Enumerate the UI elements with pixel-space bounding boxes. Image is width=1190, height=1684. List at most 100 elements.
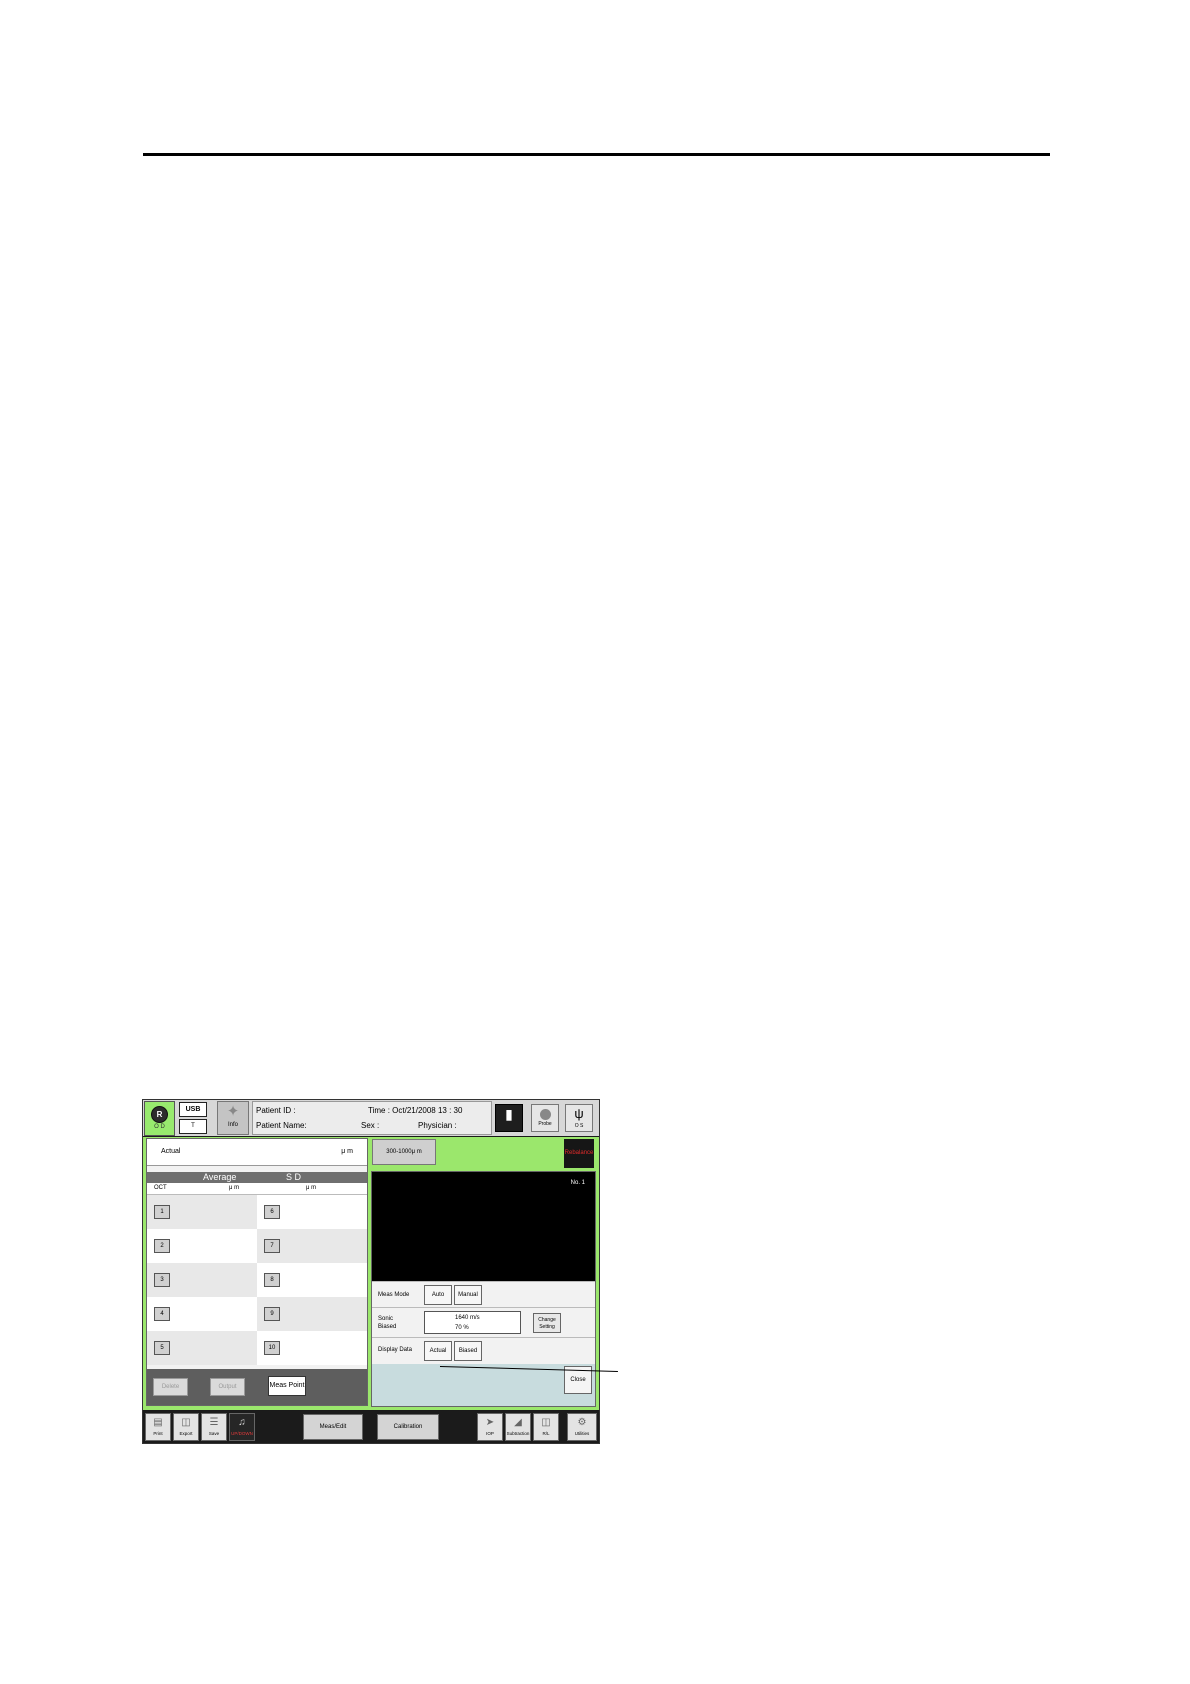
person-icon: ✦ [226, 1103, 240, 1120]
od-label: O D [154, 1124, 165, 1130]
average-sd-header: Average S D [147, 1172, 367, 1183]
unit-column-2: μ m [306, 1185, 317, 1191]
point-button-2[interactable]: 2 [154, 1239, 170, 1253]
change-setting-button[interactable]: Change Setting [533, 1313, 561, 1333]
display-biased-button[interactable]: Biased [454, 1341, 482, 1361]
point-button-8[interactable]: 8 [264, 1273, 280, 1287]
oct-column-label: OCT [154, 1185, 167, 1191]
measurement-cell: 9 [257, 1297, 367, 1331]
info-button[interactable]: ✦ Info [217, 1101, 249, 1135]
measurement-cell: 1 [147, 1195, 257, 1229]
measurement-cell: 4 [147, 1297, 257, 1331]
measurement-cell: 8 [257, 1263, 367, 1297]
sonic-value: 1640 m/s [455, 1315, 480, 1321]
point-button-3[interactable]: 3 [154, 1273, 170, 1287]
subtraction-icon: ◢ [514, 1417, 522, 1428]
rl-button[interactable]: ◫ R/L [533, 1413, 559, 1441]
sonic-biased-value-box: 1640 m/s 70 % [424, 1311, 521, 1334]
usb-status: USB T [179, 1102, 209, 1134]
display-data-label: Display Data [378, 1347, 413, 1353]
probe-icon [539, 1109, 551, 1120]
iop-icon: ➤ [485, 1417, 495, 1428]
header-rule [143, 153, 1050, 156]
display-actual-button[interactable]: Actual [424, 1341, 452, 1361]
delete-button[interactable]: Delete [153, 1378, 188, 1396]
biased-label: Biased [378, 1324, 397, 1330]
point-button-7[interactable]: 7 [264, 1239, 280, 1253]
save-button[interactable]: ☰ Save [201, 1413, 227, 1441]
updown-button[interactable]: ♫ UP/DOWN [229, 1413, 255, 1441]
meas-mode-label: Meas Mode [378, 1292, 410, 1298]
patient-info-panel: Patient ID : Patient Name: Time : Oct/21… [252, 1101, 492, 1135]
patient-name-label: Patient Name: [256, 1121, 307, 1130]
sonic-label: Sonic [378, 1316, 394, 1322]
output-button[interactable]: Output [210, 1378, 245, 1396]
monitor-button[interactable]: ▮ [495, 1104, 523, 1132]
average-header: Average [203, 1172, 237, 1182]
meas-edit-button[interactable]: Meas/Edit [303, 1414, 363, 1440]
rl-icon: ◫ [541, 1417, 551, 1428]
image-settings-panel: No. 1 Meas Mode Auto Manual Sonic Biased… [371, 1171, 596, 1407]
rebalance-button[interactable]: Rebalance [564, 1139, 594, 1168]
save-label: Save [208, 1431, 220, 1436]
column-header: OCT μ m μ m [147, 1183, 367, 1195]
point-button-10[interactable]: 10 [264, 1341, 280, 1355]
manual-mode-button[interactable]: Manual [454, 1285, 482, 1305]
measurement-cell: 6 [257, 1195, 367, 1229]
print-label: Print [153, 1431, 163, 1436]
measurement-cell: 5 [147, 1331, 257, 1365]
unit-column-1: μ m [229, 1185, 240, 1191]
save-icon: ☰ [209, 1417, 219, 1428]
meas-mode-row: Meas Mode Auto Manual [372, 1281, 595, 1308]
actual-unit: μ m [341, 1148, 353, 1155]
measurement-cell: 7 [257, 1229, 367, 1263]
bottom-toolbar: ▤ Print ◫ Export ☰ Save ♫ UP/DOWN Meas/E… [143, 1411, 599, 1443]
iop-label: IOP [486, 1431, 494, 1436]
image-number: No. 1 [570, 1180, 585, 1186]
waveform-image-area: No. 1 [372, 1172, 595, 1281]
export-icon: ◫ [181, 1417, 191, 1428]
iop-button[interactable]: ➤ IOP [477, 1413, 503, 1441]
sex-label: Sex : [361, 1121, 380, 1130]
calibration-button[interactable]: Calibration [377, 1414, 439, 1440]
range-button[interactable]: 300-1000μ m [372, 1139, 436, 1165]
point-button-9[interactable]: 9 [264, 1307, 280, 1321]
utilities-label: Utilities [574, 1431, 590, 1436]
list-action-bar: Delete Output Meas Point [147, 1369, 367, 1405]
subtraction-label: Subtraction [506, 1431, 530, 1436]
physician-label: Physician : [418, 1121, 457, 1130]
export-button[interactable]: ◫ Export [173, 1413, 199, 1441]
probe-button[interactable]: Probe [531, 1104, 559, 1132]
usb-icon: USB [179, 1102, 207, 1117]
utilities-button[interactable]: ⚙ Utilities [567, 1413, 597, 1441]
info-label: Info [227, 1122, 238, 1128]
actual-value-box: Actual μ m [147, 1139, 367, 1166]
change-setting-line-2: Setting [539, 1324, 555, 1330]
point-button-6[interactable]: 6 [264, 1205, 280, 1219]
rl-label: R/L [542, 1431, 550, 1436]
device-screen: R O D USB T ✦ Info Patient ID : Patient … [142, 1099, 600, 1444]
top-bar: R O D USB T ✦ Info Patient ID : Patient … [143, 1100, 599, 1136]
measurement-list-panel: Actual μ m Average S D OCT μ m μ m 1 2 3 [146, 1138, 368, 1406]
measurement-cell: 3 [147, 1263, 257, 1297]
right-eye-icon: R [151, 1106, 168, 1123]
meas-point-button[interactable]: Meas Point [268, 1376, 306, 1396]
utilities-icon: ⚙ [577, 1417, 587, 1428]
point-button-5[interactable]: 5 [154, 1341, 170, 1355]
print-button[interactable]: ▤ Print [145, 1413, 171, 1441]
left-eye-icon: ψ [574, 1106, 584, 1121]
actual-label: Actual [161, 1148, 181, 1155]
monitor-icon: ▮ [505, 1106, 513, 1122]
printer-icon: ▤ [153, 1417, 163, 1428]
auto-mode-button[interactable]: Auto [424, 1285, 452, 1305]
od-eye-tab[interactable]: R O D [144, 1101, 175, 1136]
subtraction-button[interactable]: ◢ Subtraction [505, 1413, 531, 1441]
updown-label: UP/DOWN [231, 1431, 253, 1436]
point-button-4[interactable]: 4 [154, 1307, 170, 1321]
export-label: Export [179, 1431, 193, 1436]
point-button-1[interactable]: 1 [154, 1205, 170, 1219]
os-eye-button[interactable]: ψ O S [565, 1104, 593, 1132]
patient-id-label: Patient ID : [256, 1106, 296, 1115]
biased-value: 70 % [455, 1325, 469, 1331]
updown-icon: ♫ [238, 1417, 246, 1428]
